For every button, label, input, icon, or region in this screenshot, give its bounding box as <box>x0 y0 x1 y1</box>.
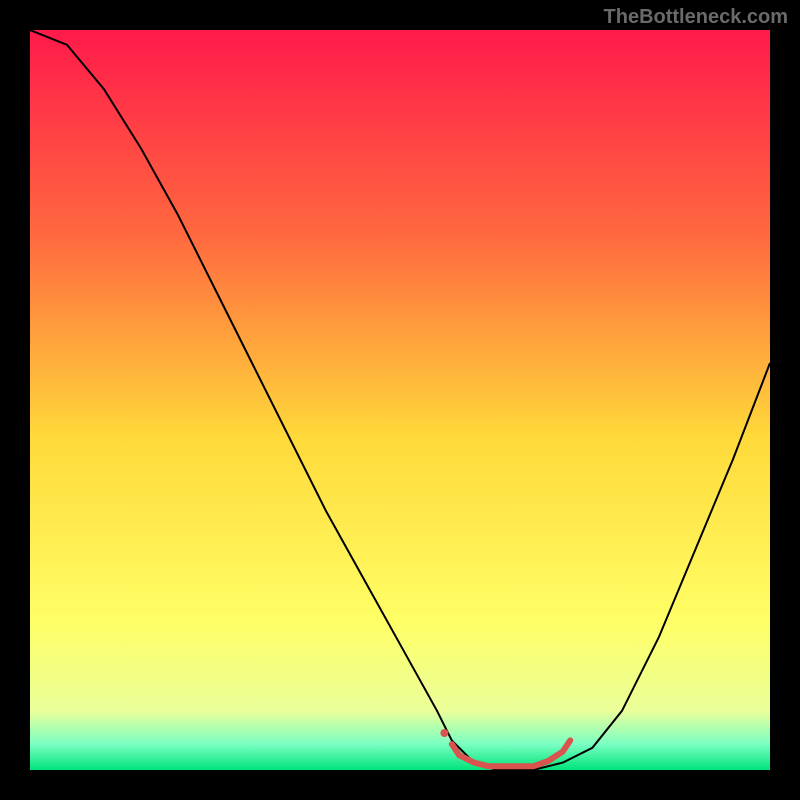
optimal-range-marker <box>452 740 570 766</box>
plot-area <box>30 30 770 770</box>
watermark-text: TheBottleneck.com <box>604 6 788 29</box>
bottleneck-curve <box>30 30 770 770</box>
optimal-start-dot <box>440 729 448 737</box>
curves-layer <box>30 30 770 770</box>
